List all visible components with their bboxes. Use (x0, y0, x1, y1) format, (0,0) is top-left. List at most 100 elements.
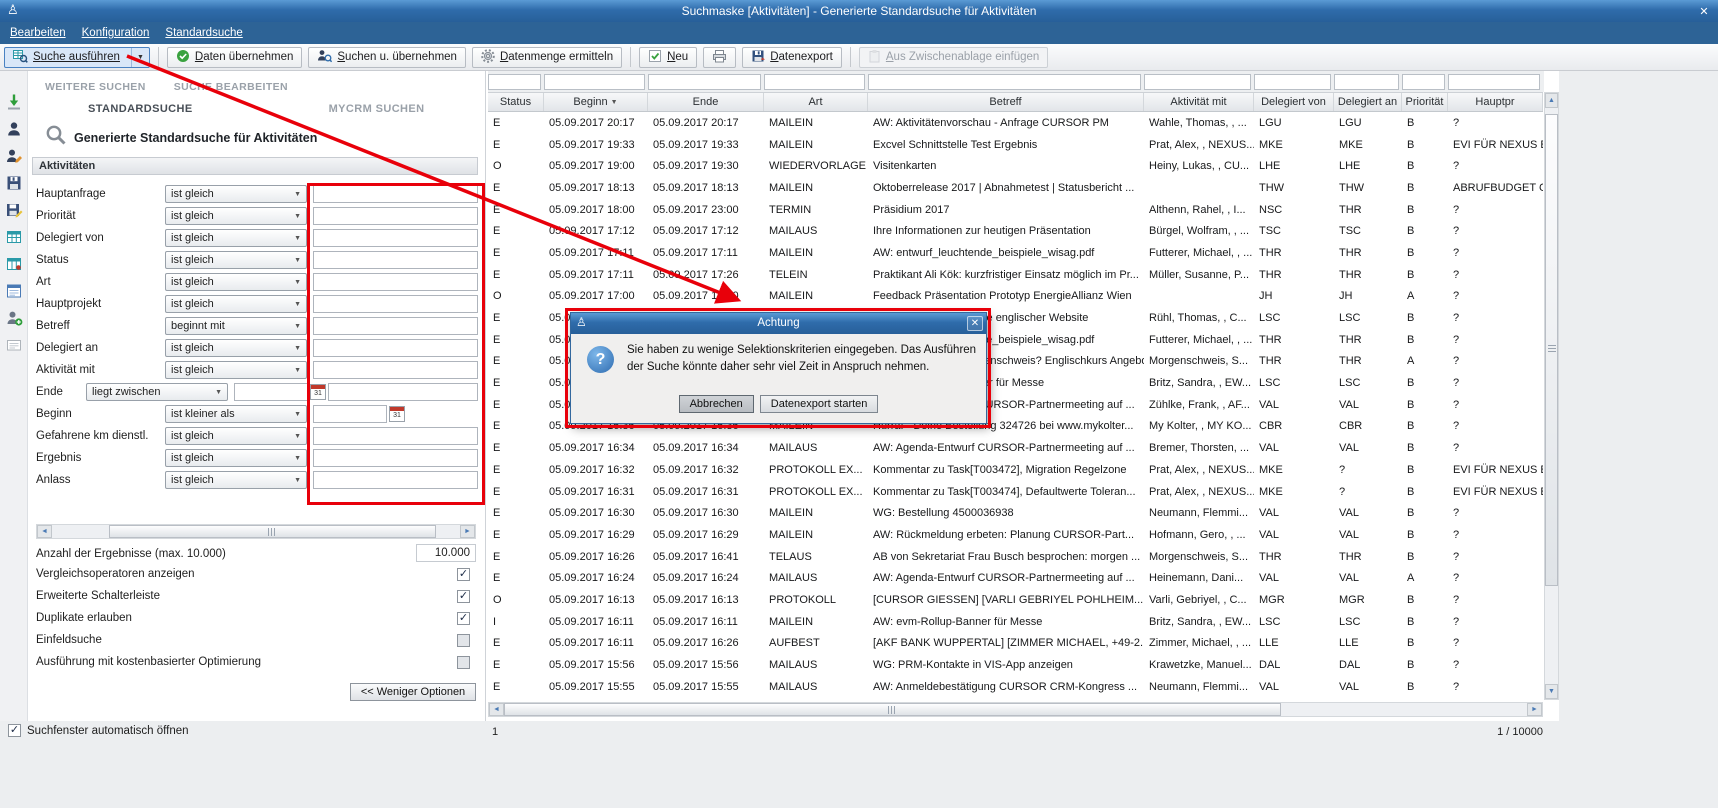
column-filter-input[interactable] (1402, 74, 1445, 90)
scroll-left-icon[interactable]: ◄ (489, 703, 504, 716)
column-header[interactable]: Delegiert von (1254, 93, 1334, 111)
table-row[interactable]: E05.09.2017 16:1105.09.2017 16:26AUFBEST… (488, 633, 1543, 655)
field-value-input[interactable] (313, 405, 387, 423)
close-icon[interactable]: ✕ (967, 316, 983, 331)
field-value-input[interactable] (313, 251, 478, 269)
table-row[interactable]: O05.09.2017 17:0005.09.2017 17:00MAILEIN… (488, 286, 1543, 308)
field-value-input[interactable] (313, 427, 478, 445)
table-row[interactable]: E05.09.2017 16:2605.09.2017 16:41TELAUSA… (488, 546, 1543, 568)
field-value-input[interactable] (313, 185, 478, 203)
column-filter-input[interactable] (868, 74, 1141, 90)
table-vertical-scrollbar[interactable]: ▲ ▼ (1544, 92, 1559, 700)
column-filter-input[interactable] (1144, 74, 1251, 90)
menu-item[interactable]: Bearbeiten (10, 27, 66, 39)
field-value-input[interactable] (313, 449, 478, 467)
table-row[interactable]: E05.09.2017 17:1205.09.2017 17:12MAILAUS… (488, 220, 1543, 242)
table-row[interactable]: E05.09.2017 15:5605.09.2017 15:56MAILAUS… (488, 654, 1543, 676)
menu-item[interactable]: Konfiguration (82, 27, 150, 39)
operator-select[interactable]: ist gleich▼ (165, 295, 307, 313)
operator-select[interactable]: ist gleich▼ (165, 471, 307, 489)
table-row[interactable]: E05.09.2017 18:1305.09.2017 18:13MAILEIN… (488, 177, 1543, 199)
scroll-left-icon[interactable]: ◄ (37, 525, 52, 538)
scroll-up-icon[interactable]: ▲ (1545, 93, 1558, 108)
field-value-input[interactable] (313, 317, 478, 335)
table-horizontal-scrollbar[interactable]: ◄ ► (488, 702, 1543, 717)
column-header[interactable]: Beginn▼ (544, 93, 648, 111)
print-button[interactable] (703, 47, 736, 68)
checkbox[interactable] (457, 634, 470, 647)
checkbox[interactable]: ✓ (457, 568, 470, 581)
scroll-down-icon[interactable]: ▼ (1545, 684, 1558, 699)
operator-select[interactable]: ist gleich▼ (165, 449, 307, 467)
operator-select[interactable]: liegt zwischen▼ (86, 383, 228, 401)
search-and-apply-button[interactable]: Suchen u. übernehmen (308, 47, 466, 68)
table-row[interactable]: O05.09.2017 19:0005.09.2017 19:30WIEDERV… (488, 155, 1543, 177)
checkbox[interactable]: ✓ (8, 724, 21, 737)
table-row[interactable]: E05.09.2017 16:3405.09.2017 16:34MAILAUS… (488, 437, 1543, 459)
apply-data-button[interactable]: Daten übernehmen (167, 47, 302, 68)
save-icon[interactable] (5, 174, 23, 192)
column-filter-input[interactable] (488, 74, 541, 90)
table-row[interactable]: E05.09.2017 17:1105.09.2017 17:26TELEINP… (488, 264, 1543, 286)
field-value-input[interactable] (313, 361, 478, 379)
scroll-right-icon[interactable]: ► (460, 525, 475, 538)
less-options-button[interactable]: << Weniger Optionen (350, 683, 476, 701)
table-alt-icon[interactable] (5, 255, 23, 273)
table-row[interactable]: E05.09.2017 18:0005.09.2017 23:00TERMINP… (488, 199, 1543, 221)
table-row[interactable]: E05.09.2017 16:3205.09.2017 16:32PROTOKO… (488, 459, 1543, 481)
import-icon[interactable] (5, 93, 23, 111)
data-export-button[interactable]: Datenexport (742, 47, 842, 68)
column-filter-input[interactable] (1448, 74, 1540, 90)
section-header[interactable]: Aktivitäten (32, 157, 478, 175)
new-button[interactable]: Neu (639, 47, 697, 68)
auto-open-option[interactable]: ✓ Suchfenster automatisch öffnen (8, 724, 189, 737)
tab-weitere-suchen[interactable]: WEITERE SUCHEN (45, 81, 146, 93)
operator-select[interactable]: ist gleich▼ (165, 251, 307, 269)
column-header[interactable]: Delegiert an (1334, 93, 1402, 111)
scrollbar-track[interactable] (1545, 108, 1558, 684)
table-row[interactable]: E05.09.2017 16:2905.09.2017 16:29MAILEIN… (488, 524, 1543, 546)
column-header[interactable]: Art (764, 93, 868, 111)
determine-volume-button[interactable]: Datenmenge ermitteln (472, 47, 622, 68)
results-limit-value[interactable]: 10.000 (416, 544, 476, 562)
operator-select[interactable]: ist gleich▼ (165, 339, 307, 357)
tab-standardsuche[interactable]: STANDARDSUCHE (88, 103, 193, 115)
menu-item[interactable]: Standardsuche (165, 27, 242, 39)
person-icon[interactable] (5, 120, 23, 138)
scrollbar-thumb[interactable] (109, 525, 435, 538)
panel-horizontal-scrollbar[interactable]: ◄ ► (36, 524, 476, 539)
scroll-right-icon[interactable]: ► (1527, 703, 1542, 716)
operator-select[interactable]: ist gleich▼ (165, 229, 307, 247)
save-as-icon[interactable] (5, 201, 23, 219)
scrollbar-thumb[interactable] (504, 703, 1281, 716)
field-value-input[interactable] (313, 207, 478, 225)
tab-suche-bearbeiten[interactable]: SUCHE BEARBEITEN (174, 81, 288, 93)
checkbox[interactable]: ✓ (457, 590, 470, 603)
scrollbar-track[interactable] (52, 525, 460, 538)
column-filter-input[interactable] (544, 74, 645, 90)
column-filter-input[interactable] (1254, 74, 1331, 90)
field-value-input[interactable] (313, 295, 478, 313)
operator-select[interactable]: ist gleich▼ (165, 207, 307, 225)
column-filter-input[interactable] (1334, 74, 1399, 90)
start-export-button[interactable]: Datenexport starten (760, 395, 879, 413)
card-icon[interactable] (5, 336, 23, 354)
operator-select[interactable]: ist kleiner als▼ (165, 405, 307, 423)
calendar-button[interactable]: 31 (310, 384, 326, 400)
scrollbar-track[interactable] (504, 703, 1527, 716)
close-icon[interactable]: ✕ (1695, 3, 1713, 19)
cancel-button[interactable]: Abbrechen (679, 395, 754, 413)
tab-mycrm-suchen[interactable]: MYCRM SUCHEN (329, 103, 425, 115)
person-edit-icon[interactable] (5, 147, 23, 165)
column-header[interactable]: Priorität (1402, 93, 1448, 111)
column-header[interactable]: Status (488, 93, 544, 111)
table-row[interactable]: E05.09.2017 15:5505.09.2017 15:55MAILAUS… (488, 676, 1543, 698)
person-add-icon[interactable] (5, 309, 23, 327)
table-row[interactable]: I05.09.2017 16:1105.09.2017 16:11MAILEIN… (488, 611, 1543, 633)
column-header[interactable]: Ende (648, 93, 764, 111)
checkbox[interactable] (457, 656, 470, 669)
run-search-dropdown[interactable]: ▼ (131, 48, 149, 67)
operator-select[interactable]: ist gleich▼ (165, 273, 307, 291)
form-icon[interactable] (5, 282, 23, 300)
column-filter-input[interactable] (648, 74, 761, 90)
